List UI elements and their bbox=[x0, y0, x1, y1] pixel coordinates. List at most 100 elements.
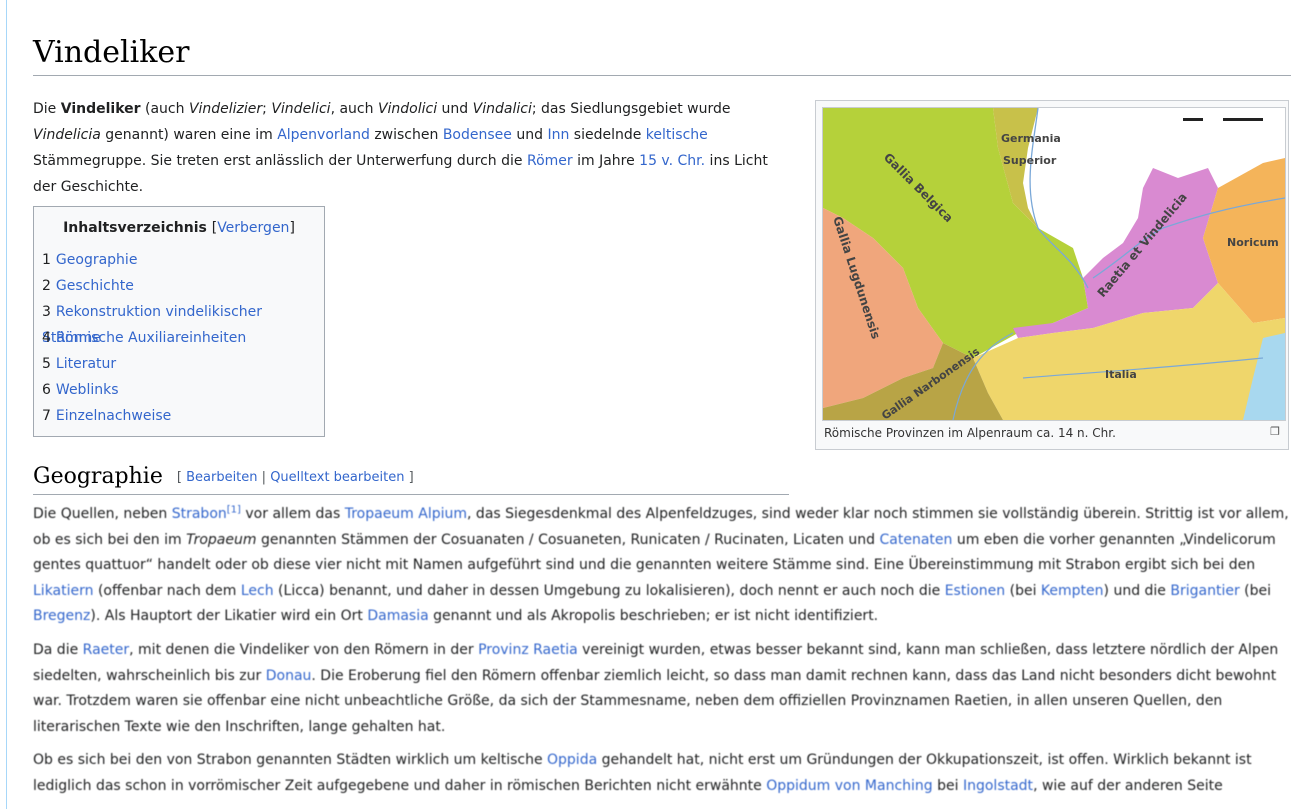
toc-number: 1 bbox=[42, 252, 51, 268]
link-tropaeum-alpium[interactable]: Tropaeum Alpium bbox=[345, 506, 467, 522]
toc-list: 1 Geographie 2 Geschichte 3 Rekonstruktion … bbox=[34, 247, 324, 429]
text: siedelnde bbox=[569, 127, 646, 143]
page-title: Vindeliker bbox=[33, 33, 1291, 76]
link-donau[interactable]: Donau bbox=[266, 668, 312, 684]
paragraph-3: Ob es sich bei den von Strabon genannten… bbox=[33, 748, 1289, 799]
text: genannten Stämmen der Cosuanaten / Cosua… bbox=[256, 531, 880, 548]
paragraph-2: Da die Raeter, mit denen die Vindeliker … bbox=[33, 638, 1289, 740]
text: vor allem das bbox=[240, 506, 345, 522]
reference-1[interactable]: [1] bbox=[227, 504, 241, 515]
toc-item[interactable]: 1 Geographie bbox=[42, 247, 324, 273]
toc-item[interactable]: 7 Einzelnachweise bbox=[42, 403, 324, 429]
toc-item[interactable]: 3 Rekonstruktion vindelikischer Stämme bbox=[42, 299, 324, 346]
text-italic: Vindelici bbox=[271, 101, 331, 117]
toc-number: 4 bbox=[42, 330, 51, 346]
text: zwischen bbox=[369, 127, 443, 143]
edit-button[interactable]: Bearbeiten bbox=[186, 470, 257, 485]
toc-item[interactable]: 5 Literatur bbox=[42, 351, 324, 377]
bracket: ] bbox=[289, 220, 295, 236]
link-raeter[interactable]: Raeter bbox=[83, 642, 129, 658]
text: Da die bbox=[33, 642, 83, 658]
section-title: Geographie bbox=[33, 464, 163, 489]
text: ). Als Hauptort der Likatier wird ein Or… bbox=[90, 608, 368, 624]
link-oppida[interactable]: Oppida bbox=[547, 752, 597, 768]
text-italic: Vindolici bbox=[377, 101, 438, 117]
link-bodensee[interactable]: Bodensee bbox=[443, 127, 512, 143]
text: Die Quellen, neben bbox=[33, 506, 172, 522]
text: (auch bbox=[140, 101, 189, 117]
section-heading-geographie: Geographie [ Bearbeiten | Quelltext bearb… bbox=[33, 462, 789, 495]
toc-toggle-wrapper: [Verbergen] bbox=[212, 220, 295, 236]
toc-link[interactable]: Geographie bbox=[56, 252, 138, 268]
bracket: ] bbox=[404, 470, 414, 485]
toc-item[interactable]: 6 Weblinks bbox=[42, 377, 324, 403]
link-estionen[interactable]: Estionen bbox=[945, 583, 1005, 599]
toc-link[interactable]: Geschichte bbox=[56, 278, 134, 294]
link-keltische[interactable]: keltische bbox=[646, 127, 708, 143]
link-bregenz[interactable]: Bregenz bbox=[33, 608, 90, 624]
text: Die bbox=[33, 101, 61, 117]
bracket: [ bbox=[176, 470, 187, 485]
text: (bei bbox=[1005, 582, 1041, 599]
text: bei bbox=[932, 777, 963, 794]
magnify-icon[interactable]: ❐ bbox=[1270, 425, 1280, 438]
paragraph-1: Die Quellen, neben Strabon[1] vor allem … bbox=[33, 502, 1289, 630]
label-noricum: Noricum bbox=[1227, 236, 1279, 249]
table-of-contents: Inhaltsverzeichnis [Verbergen] 1 Geograph… bbox=[33, 206, 325, 437]
map-image[interactable]: Germania Superior Gallia Belgica Gallia … bbox=[822, 107, 1286, 421]
toc-number: 5 bbox=[42, 356, 51, 372]
toc-link[interactable]: Einzelnachweise bbox=[56, 408, 171, 424]
toc-number: 3 bbox=[42, 304, 51, 320]
edit-section-links: [ Bearbeiten | Quelltext bearbeiten ] bbox=[177, 470, 414, 485]
toc-link[interactable]: Weblinks bbox=[56, 382, 119, 398]
figure-caption: Römische Provinzen im Alpenraum ca. 14 n… bbox=[824, 426, 1116, 440]
link-lech[interactable]: Lech bbox=[241, 583, 274, 599]
link-roemer[interactable]: Römer bbox=[527, 153, 573, 169]
text: , auch bbox=[330, 101, 378, 117]
edit-source-button[interactable]: Quelltext bearbeiten bbox=[270, 470, 404, 485]
text: , mit denen die Vindeliker von den Römer… bbox=[129, 642, 479, 658]
toc-link[interactable]: Literatur bbox=[56, 356, 116, 372]
text: ) und die bbox=[1103, 582, 1171, 599]
page: Vindeliker Die Vindeliker (auch Vindeliz… bbox=[6, 0, 1306, 809]
link-oppidum-von-manching[interactable]: Oppidum von Manching bbox=[766, 778, 932, 794]
toc-header: Inhaltsverzeichnis [Verbergen] bbox=[34, 219, 324, 237]
text-italic: Vindalici bbox=[472, 101, 532, 117]
toc-item[interactable]: 2 Geschichte bbox=[42, 273, 324, 299]
lemma-bold: Vindeliker bbox=[60, 101, 141, 117]
text: Stämmegruppe. Sie treten erst anlässlich… bbox=[33, 153, 527, 169]
intro-paragraph: Die Vindeliker (auch Vindelizier; Vindel… bbox=[33, 96, 793, 200]
text: ; bbox=[262, 101, 272, 117]
toc-toggle-button[interactable]: Verbergen bbox=[217, 220, 289, 236]
map-figure: Germania Superior Gallia Belgica Gallia … bbox=[815, 100, 1289, 450]
toc-number: 7 bbox=[42, 408, 51, 424]
map-svg: Germania Superior Gallia Belgica Gallia … bbox=[823, 108, 1285, 420]
text-italic: Vindelicia bbox=[33, 127, 101, 143]
text: , wie auf der anderen Seite bbox=[1033, 777, 1223, 794]
link-brigantier[interactable]: Brigantier bbox=[1170, 583, 1239, 599]
text: genannt) waren eine im bbox=[100, 127, 278, 143]
link-alpenvorland[interactable]: Alpenvorland bbox=[277, 127, 370, 143]
link-kempten[interactable]: Kempten bbox=[1041, 583, 1104, 599]
toc-item[interactable]: 4 Römische Auxiliareinheiten bbox=[42, 325, 324, 351]
link-catenaten[interactable]: Catenaten bbox=[880, 532, 953, 548]
toc-link[interactable]: Römische Auxiliareinheiten bbox=[56, 330, 246, 346]
separator: | bbox=[257, 470, 271, 485]
text: im Jahre bbox=[572, 153, 640, 169]
text: Ob es sich bei den von Strabon genannten… bbox=[33, 752, 548, 768]
link-likatiern[interactable]: Likatiern bbox=[33, 583, 94, 599]
label-superior: Superior bbox=[1003, 154, 1057, 167]
link-provinz-raetia[interactable]: Provinz Raetia bbox=[478, 642, 578, 658]
text: ; das Siedlungsgebiet wurde bbox=[531, 101, 731, 117]
link-strabon[interactable]: Strabon bbox=[172, 506, 227, 522]
text: genannt und als Akropolis beschrieben; e… bbox=[428, 608, 879, 624]
text: (Licca) benannt, und daher in dessen Umg… bbox=[273, 582, 945, 599]
link-inn[interactable]: Inn bbox=[547, 127, 569, 143]
link-15-v-chr[interactable]: 15 v. Chr. bbox=[639, 153, 705, 169]
label-germania: Germania bbox=[1001, 132, 1061, 145]
text-italic: Tropaeum bbox=[186, 531, 257, 548]
link-damasia[interactable]: Damasia bbox=[367, 608, 428, 624]
link-ingolstadt[interactable]: Ingolstadt bbox=[963, 778, 1033, 794]
text-italic: Vindelizier bbox=[188, 101, 263, 117]
text: (offenbar nach dem bbox=[93, 582, 241, 599]
